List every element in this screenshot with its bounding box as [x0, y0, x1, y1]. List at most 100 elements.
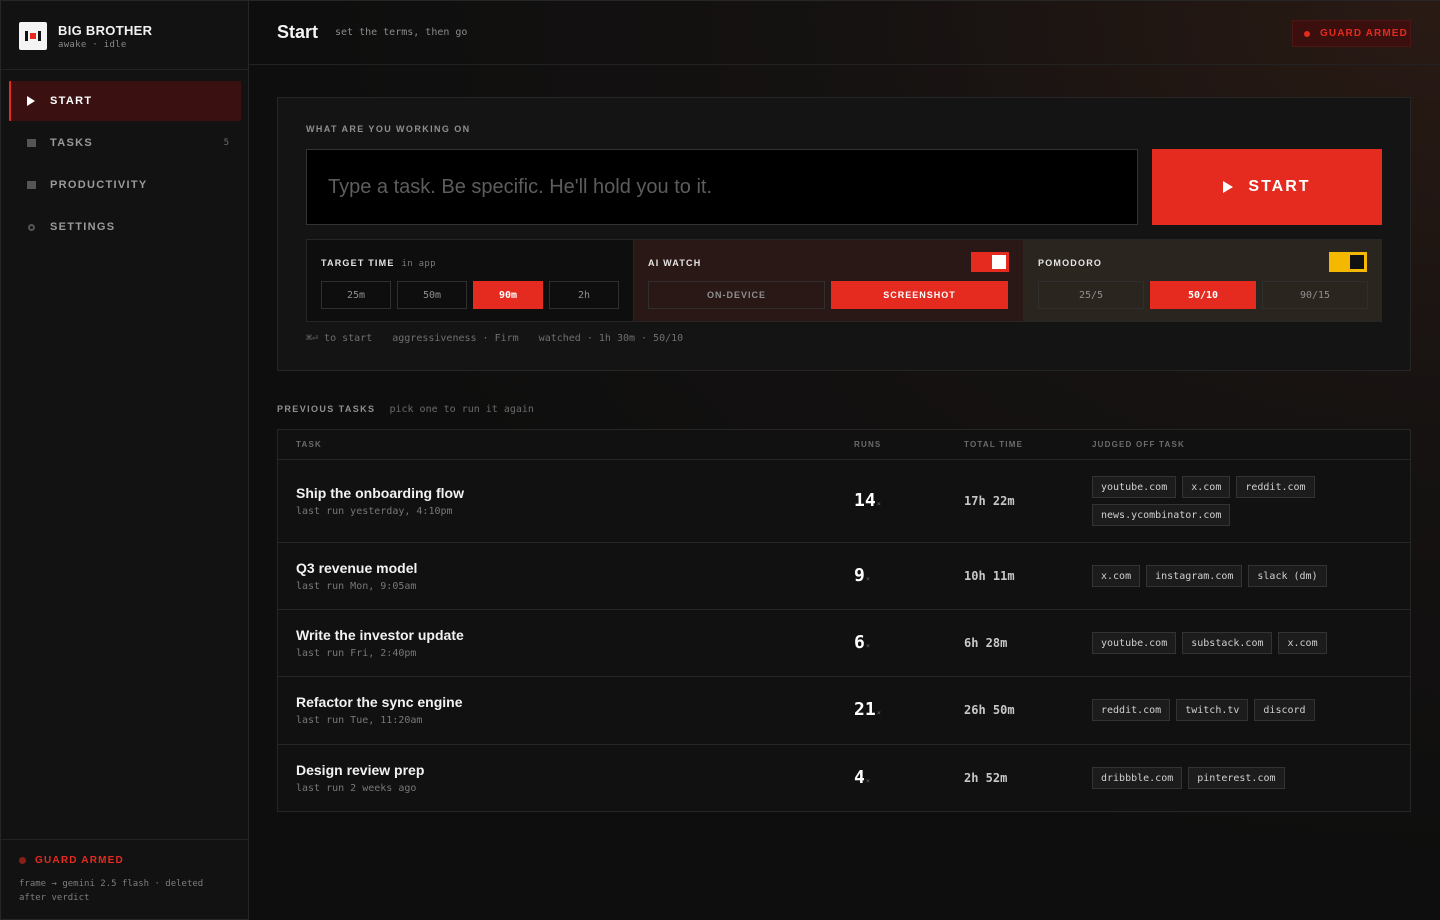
sidebar-item-tasks[interactable]: TASKS 5 — [9, 123, 241, 163]
task-total-time: 6h 28m — [964, 636, 1008, 650]
ai-watch-option[interactable]: ON-DEVICE — [648, 281, 825, 309]
target-time-segmented: 25m 50m 90m 2h — [321, 281, 619, 309]
table-row[interactable]: Write the investor update last run Fri, … — [278, 610, 1410, 677]
start-button-label: START — [1248, 178, 1311, 195]
task-name: Design review prep — [296, 762, 425, 778]
previous-tasks-table: TASK RUNS TOTAL TIME JUDGED OFF TASK Shi… — [277, 429, 1411, 812]
task-runs: 21× — [854, 699, 881, 720]
off-task-tag: x.com — [1278, 632, 1327, 654]
ai-watch-toggle[interactable] — [971, 252, 1009, 272]
guard-label: GUARD ARMED — [35, 855, 124, 866]
off-task-tags: dribbble.com pinterest.com — [1092, 767, 1372, 789]
target-time-option[interactable]: 2h — [549, 281, 619, 309]
task-composer: WHAT ARE YOU WORKING ON START TARGET TIM… — [277, 97, 1411, 371]
app-name: BIG BROTHER — [58, 22, 153, 38]
ai-watch-panel: AI WATCH ON-DEVICE SCREENSHOT — [634, 240, 1024, 321]
sidebar-nav: START TASKS 5 PRODUCTIVITY SETTINGS — [9, 81, 241, 249]
off-task-tag: news.ycombinator.com — [1092, 504, 1231, 526]
main-panel: Start set the terms, then go GUARD ARMED… — [249, 0, 1440, 920]
task-name: Ship the onboarding flow — [296, 485, 464, 501]
task-name: Write the investor update — [296, 627, 464, 643]
target-time-option-selected[interactable]: 90m — [473, 281, 543, 309]
task-total-time: 2h 52m — [964, 771, 1008, 785]
sidebar-footer: GUARD ARMED frame → gemini 2.5 flash · d… — [1, 839, 249, 920]
off-task-tags: x.com instagram.com slack (dm) — [1092, 565, 1372, 587]
task-name: Q3 revenue model — [296, 560, 418, 576]
watched-hint: watched · 1h 30m · 50/10 — [538, 333, 684, 344]
shortcut-hint: ⌘⏎ to start — [306, 333, 373, 344]
task-last-run: last run 2 weeks ago — [296, 783, 417, 794]
column-header-task: TASK — [296, 440, 322, 449]
table-row[interactable]: Refactor the sync engine last run Tue, 1… — [278, 677, 1410, 745]
task-last-run: last run yesterday, 4:10pm — [296, 506, 453, 517]
table-row[interactable]: Q3 revenue model last run Mon, 9:05am 9×… — [278, 543, 1410, 610]
column-header-runs: RUNS — [854, 440, 882, 449]
sidebar-divider — [1, 69, 249, 70]
previous-tasks-title: PREVIOUS TASKS — [277, 404, 376, 414]
status-dot-icon — [1304, 30, 1310, 37]
off-task-tag: substack.com — [1182, 632, 1273, 654]
off-task-tag: reddit.com — [1236, 476, 1315, 498]
sidebar-item-label: TASKS — [50, 137, 93, 149]
topbar: Start set the terms, then go GUARD ARMED — [249, 0, 1440, 65]
off-task-tag: pinterest.com — [1188, 767, 1285, 789]
target-time-sub: in app — [401, 259, 436, 269]
sidebar-item-productivity[interactable]: PRODUCTIVITY — [9, 165, 241, 205]
ai-watch-title: AI WATCH — [648, 258, 702, 268]
off-task-tag: slack (dm) — [1248, 565, 1327, 587]
square-icon — [26, 180, 36, 190]
column-header-total-time: TOTAL TIME — [964, 440, 1024, 449]
sidebar-item-label: SETTINGS — [50, 221, 116, 233]
off-task-tags: youtube.com substack.com x.com — [1092, 632, 1372, 654]
pomodoro-option[interactable]: 25/5 — [1038, 281, 1144, 309]
target-time-option[interactable]: 50m — [397, 281, 467, 309]
composer-hints: ⌘⏎ to start aggressiveness · Firm watche… — [306, 333, 683, 344]
task-last-run: last run Tue, 11:20am — [296, 715, 423, 726]
off-task-tags: youtube.com x.com reddit.com news.ycombi… — [1092, 476, 1372, 526]
brand: BIG BROTHER awake · idle — [19, 21, 152, 51]
off-task-tag: dribbble.com — [1092, 767, 1183, 789]
off-task-tag: youtube.com — [1092, 632, 1177, 654]
task-name: Refactor the sync engine — [296, 694, 463, 710]
table-header: TASK RUNS TOTAL TIME JUDGED OFF TASK — [278, 430, 1410, 460]
off-task-tags: reddit.com twitch.tv discord — [1092, 699, 1372, 721]
play-icon — [26, 96, 36, 106]
sidebar: BIG BROTHER awake · idle START TASKS 5 P… — [0, 0, 249, 920]
target-time-panel: TARGET TIME in app 25m 50m 90m 2h — [307, 240, 634, 321]
sidebar-item-start[interactable]: START — [9, 81, 241, 121]
sidebar-item-label: PRODUCTIVITY — [50, 179, 148, 191]
task-total-time: 26h 50m — [964, 703, 1015, 717]
task-input[interactable] — [306, 149, 1138, 225]
task-runs: 14× — [854, 490, 881, 511]
pomodoro-option[interactable]: 90/15 — [1262, 281, 1368, 309]
off-task-tag: discord — [1254, 699, 1315, 721]
sidebar-item-settings[interactable]: SETTINGS — [9, 207, 241, 247]
composer-label: WHAT ARE YOU WORKING ON — [306, 124, 471, 134]
off-task-tag: reddit.com — [1092, 699, 1171, 721]
off-task-tag: twitch.tv — [1176, 699, 1249, 721]
task-total-time: 10h 11m — [964, 569, 1015, 583]
pomodoro-title: POMODORO — [1038, 258, 1103, 268]
guard-armed-badge: GUARD ARMED — [1292, 20, 1411, 47]
aggressiveness-hint: aggressiveness · Firm — [392, 333, 519, 344]
start-button[interactable]: START — [1152, 149, 1382, 225]
pomodoro-segmented: 25/5 50/10 90/15 — [1038, 281, 1368, 309]
guard-badge-label: GUARD ARMED — [1320, 28, 1408, 39]
table-row[interactable]: Design review prep last run 2 weeks ago … — [278, 745, 1410, 812]
task-last-run: last run Fri, 2:40pm — [296, 648, 417, 659]
table-row[interactable]: Ship the onboarding flow last run yester… — [278, 460, 1410, 543]
square-icon — [26, 138, 36, 148]
gear-icon — [26, 222, 36, 232]
play-icon — [1223, 181, 1234, 193]
task-runs: 9× — [854, 565, 871, 586]
page-title: Start — [277, 22, 319, 42]
session-options: TARGET TIME in app 25m 50m 90m 2h AI WATC… — [306, 239, 1382, 322]
column-header-judged-off-task: JUDGED OFF TASK — [1092, 440, 1185, 449]
off-task-tag: youtube.com — [1092, 476, 1177, 498]
ai-watch-option-selected[interactable]: SCREENSHOT — [831, 281, 1008, 309]
previous-tasks-header: PREVIOUS TASKS pick one to run it again — [277, 404, 534, 415]
pomodoro-toggle[interactable] — [1329, 252, 1367, 272]
pomodoro-option-selected[interactable]: 50/10 — [1150, 281, 1256, 309]
target-time-option[interactable]: 25m — [321, 281, 391, 309]
target-time-title: TARGET TIME in app — [321, 258, 436, 269]
